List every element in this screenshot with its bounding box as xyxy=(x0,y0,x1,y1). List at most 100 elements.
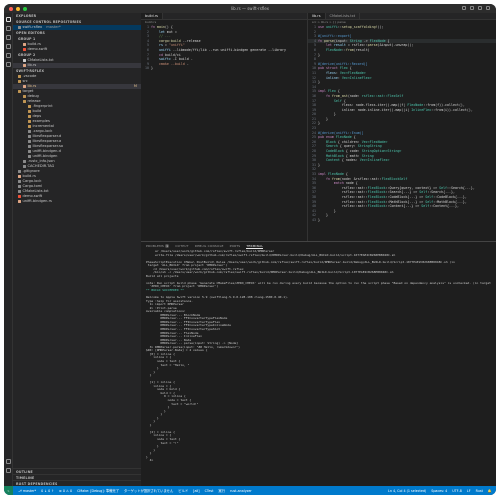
tree-item-label: .cargo-lock xyxy=(32,129,53,133)
explorer-icon[interactable] xyxy=(5,17,11,22)
cursor-position[interactable]: Ln 4, Col 4 (1 selected) xyxy=(388,489,426,493)
code-token: (&input).unwrap(); xyxy=(377,43,414,48)
tab-problems[interactable]: PROBLEMS 1 xyxy=(146,244,170,248)
tree-item-label: demo.swift xyxy=(22,194,43,198)
code-token: rsflex::ast:: xyxy=(318,194,368,199)
code-token: Self xyxy=(425,194,434,199)
tree-item-label: lib.rs xyxy=(27,84,37,88)
code-token: impl xyxy=(318,172,328,176)
code-token: Flex xyxy=(327,89,336,94)
toggle-panel-icon[interactable] xyxy=(470,6,474,10)
terminal-output[interactable]: ar /Users/user/work/github.com/rsflex/sw… xyxy=(141,249,496,463)
tree-item-label: uniffi-bindgen xyxy=(32,154,58,158)
code-token: CodeBlock xyxy=(325,149,344,154)
code-text: } xyxy=(318,163,320,168)
tab-build-rs[interactable]: build.rs xyxy=(141,13,163,19)
tree-item-label: librsflexparser.d xyxy=(32,134,62,138)
tab-lib-rs[interactable]: lib.rs xyxy=(308,13,326,19)
sync-indicator[interactable]: 0 ↓ 0 ↑ xyxy=(41,489,54,493)
file-icon xyxy=(28,139,31,143)
folder-icon xyxy=(28,119,31,123)
tree-item-label: uniffi-bindgen.rs xyxy=(22,199,52,203)
extensions-icon[interactable] xyxy=(5,53,11,58)
repo-row[interactable]: swift-rsflex master* xyxy=(13,25,141,30)
search-icon[interactable] xyxy=(5,26,11,31)
app-window: lib.rs — swift-rsflex EXPLORER SOURCE CO… xyxy=(4,4,496,495)
code-token: cmake --build xyxy=(158,61,185,66)
run-button[interactable]: 実行 xyxy=(218,488,225,493)
editor-tabs-left: build.rs xyxy=(141,13,307,20)
toggle-secondary-sidebar-icon[interactable] xyxy=(478,6,482,10)
code-token: rsflex::ast:: xyxy=(318,185,368,190)
code-token: ::Query{query, context} => xyxy=(385,185,440,190)
tab-debug-console[interactable]: DEBUG CONSOLE xyxy=(195,244,224,248)
error-count: 0 xyxy=(62,488,65,493)
file-icon xyxy=(23,84,26,88)
ctest-button[interactable]: CTest xyxy=(205,489,214,493)
code-token: ::from(f)).collect(), xyxy=(423,103,465,108)
tab-ports[interactable]: PORTS xyxy=(230,244,241,248)
language-mode[interactable]: Rust xyxy=(476,489,483,493)
rust-analyzer-status[interactable]: rust-analyzer xyxy=(230,489,252,493)
settings-gear-icon[interactable] xyxy=(5,468,11,473)
remote-indicator-icon[interactable]: ⌁ xyxy=(4,486,13,495)
testing-icon[interactable] xyxy=(5,459,11,464)
cmake-target[interactable]: [all] xyxy=(193,489,199,493)
indentation[interactable]: Spaces: 4 xyxy=(431,489,447,493)
encoding[interactable]: UTF-8 xyxy=(452,489,462,493)
bottom-panel: PROBLEMS 1 OUTPUT DEBUG CONSOLE PORTS TE… xyxy=(141,241,496,486)
code-editor[interactable]: 1 fn main() {2 let mut = 3 // ... 4 cargo:… xyxy=(141,25,307,71)
code-token: } xyxy=(318,213,328,218)
cmake-status[interactable]: CMake: [Debug]: 準備完了 xyxy=(77,488,119,493)
open-editor-item[interactable]: demo.swift xyxy=(13,47,141,52)
folder-icon xyxy=(28,124,31,128)
code-token: } xyxy=(318,112,336,117)
customize-layout-icon[interactable] xyxy=(486,6,490,10)
folder-icon xyxy=(23,99,26,103)
code-token: } xyxy=(318,121,320,126)
code-text: use uniffi::setup_scaffolding!(); xyxy=(318,25,384,30)
problems-indicator[interactable]: ⊗ 0 ⚠ 0 xyxy=(59,489,72,493)
code-token: Content xyxy=(325,158,340,163)
code-token: (input: xyxy=(333,38,350,43)
open-editor-label: CMakeLists.txt xyxy=(27,58,54,62)
end-of-line[interactable]: LF xyxy=(467,489,471,493)
rust-file-icon xyxy=(23,63,26,67)
tree-item-label: .vscode xyxy=(22,74,37,78)
code-token: (node: &rsflex::ast:: xyxy=(339,176,382,181)
cmake-kit[interactable]: ターゲットが選択されていません xyxy=(124,488,173,493)
open-editor-item[interactable]: lib.rs xyxy=(13,63,141,68)
code-token: FlexBlock xyxy=(367,194,386,199)
code-editor[interactable]: 1 use uniffi::setup_scaffolding!(); 2 3 #[un… xyxy=(308,25,496,223)
cmake-build-button[interactable]: ビルド xyxy=(178,488,188,493)
tab-output[interactable]: OUTPUT xyxy=(175,244,188,248)
code-token: uniffi xyxy=(325,25,338,29)
notifications-bell-icon[interactable]: 🔔 xyxy=(488,489,492,493)
tab-terminal[interactable]: TERMINAL xyxy=(246,244,264,249)
toggle-sidebar-icon[interactable] xyxy=(462,6,466,10)
branch-indicator[interactable]: ⎇ master* xyxy=(18,489,36,493)
tree-item-label: .gitignore xyxy=(22,169,40,173)
code-token: --libmode/ffi/lib --run uniffi-bindgen g… xyxy=(170,47,286,52)
run-debug-icon[interactable] xyxy=(5,44,11,49)
code-token: build/ci xyxy=(162,52,181,57)
code-token: result xyxy=(333,43,346,48)
source-control-icon[interactable] xyxy=(5,35,11,40)
tab-cmakelists[interactable]: CMakeLists.txt xyxy=(326,13,361,19)
tree-item-label: .rustc_info.json xyxy=(27,159,55,163)
cmake-file-icon xyxy=(23,58,26,62)
status-bar: ⌁ ⎇ master* 0 ↓ 0 ↑ ⊗ 0 ⚠ 0 CMake: [Debu… xyxy=(4,486,496,495)
code-token: FlexNode xyxy=(335,135,352,140)
tree-file[interactable]: uniffi-bindgen.rs xyxy=(13,199,141,204)
code-token: ::Search{...}, xyxy=(447,185,475,190)
code-token: rsflex::ast:: xyxy=(318,204,368,209)
cmake-icon[interactable] xyxy=(5,62,11,67)
code-token: Flex xyxy=(339,66,348,71)
file-icon xyxy=(18,179,21,183)
